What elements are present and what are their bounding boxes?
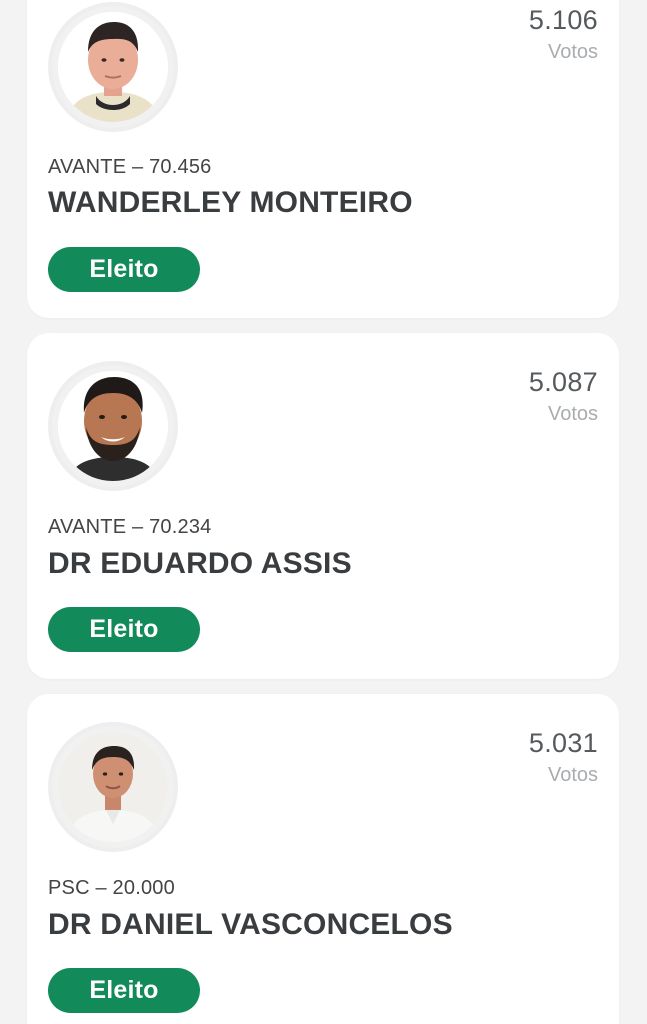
votes-block: 5.087 Votos — [529, 366, 598, 428]
party-number: PSC – 20.000 — [48, 877, 175, 899]
avatar-frame — [48, 722, 178, 852]
candidate-card[interactable]: 5.106 Votos AVANTE – 70.456 WANDERLEY MO… — [27, 0, 619, 318]
avatar-frame — [48, 2, 178, 132]
votes-label: Votos — [547, 764, 598, 786]
votes-count: 5.087 — [528, 367, 598, 397]
votes-label: Votos — [547, 41, 598, 63]
votes-count: 5.031 — [528, 728, 598, 758]
candidate-results-list: 5.106 Votos AVANTE – 70.456 WANDERLEY MO… — [0, 0, 647, 1024]
candidate-photo — [58, 12, 168, 122]
votes-label: Votos — [547, 403, 598, 425]
votes-block: 5.031 Votos — [529, 727, 598, 789]
party-number: AVANTE – 70.234 — [48, 516, 212, 538]
elected-status-badge: Eleito — [48, 607, 200, 652]
candidate-photo-icon — [58, 12, 168, 122]
candidate-photo — [58, 732, 168, 842]
candidate-card[interactable]: 5.087 Votos AVANTE – 70.234 DR EDUARDO A… — [27, 333, 619, 679]
elected-status-badge: Eleito — [48, 968, 200, 1013]
party-number: AVANTE – 70.456 — [48, 156, 212, 178]
candidate-name: DR EDUARDO ASSIS — [48, 547, 352, 580]
candidate-photo-icon — [58, 371, 168, 481]
avatar-frame — [48, 361, 178, 491]
candidate-photo-icon — [58, 732, 168, 842]
votes-block: 5.106 Votos — [529, 4, 598, 66]
elected-status-badge: Eleito — [48, 247, 200, 292]
candidate-card[interactable]: 5.031 Votos PSC – 20.000 DR DANIEL VASCO… — [27, 694, 619, 1024]
candidate-photo — [58, 371, 168, 481]
candidate-name: WANDERLEY MONTEIRO — [48, 186, 413, 219]
votes-count: 5.106 — [528, 5, 598, 35]
candidate-name: DR DANIEL VASCONCELOS — [48, 908, 453, 941]
